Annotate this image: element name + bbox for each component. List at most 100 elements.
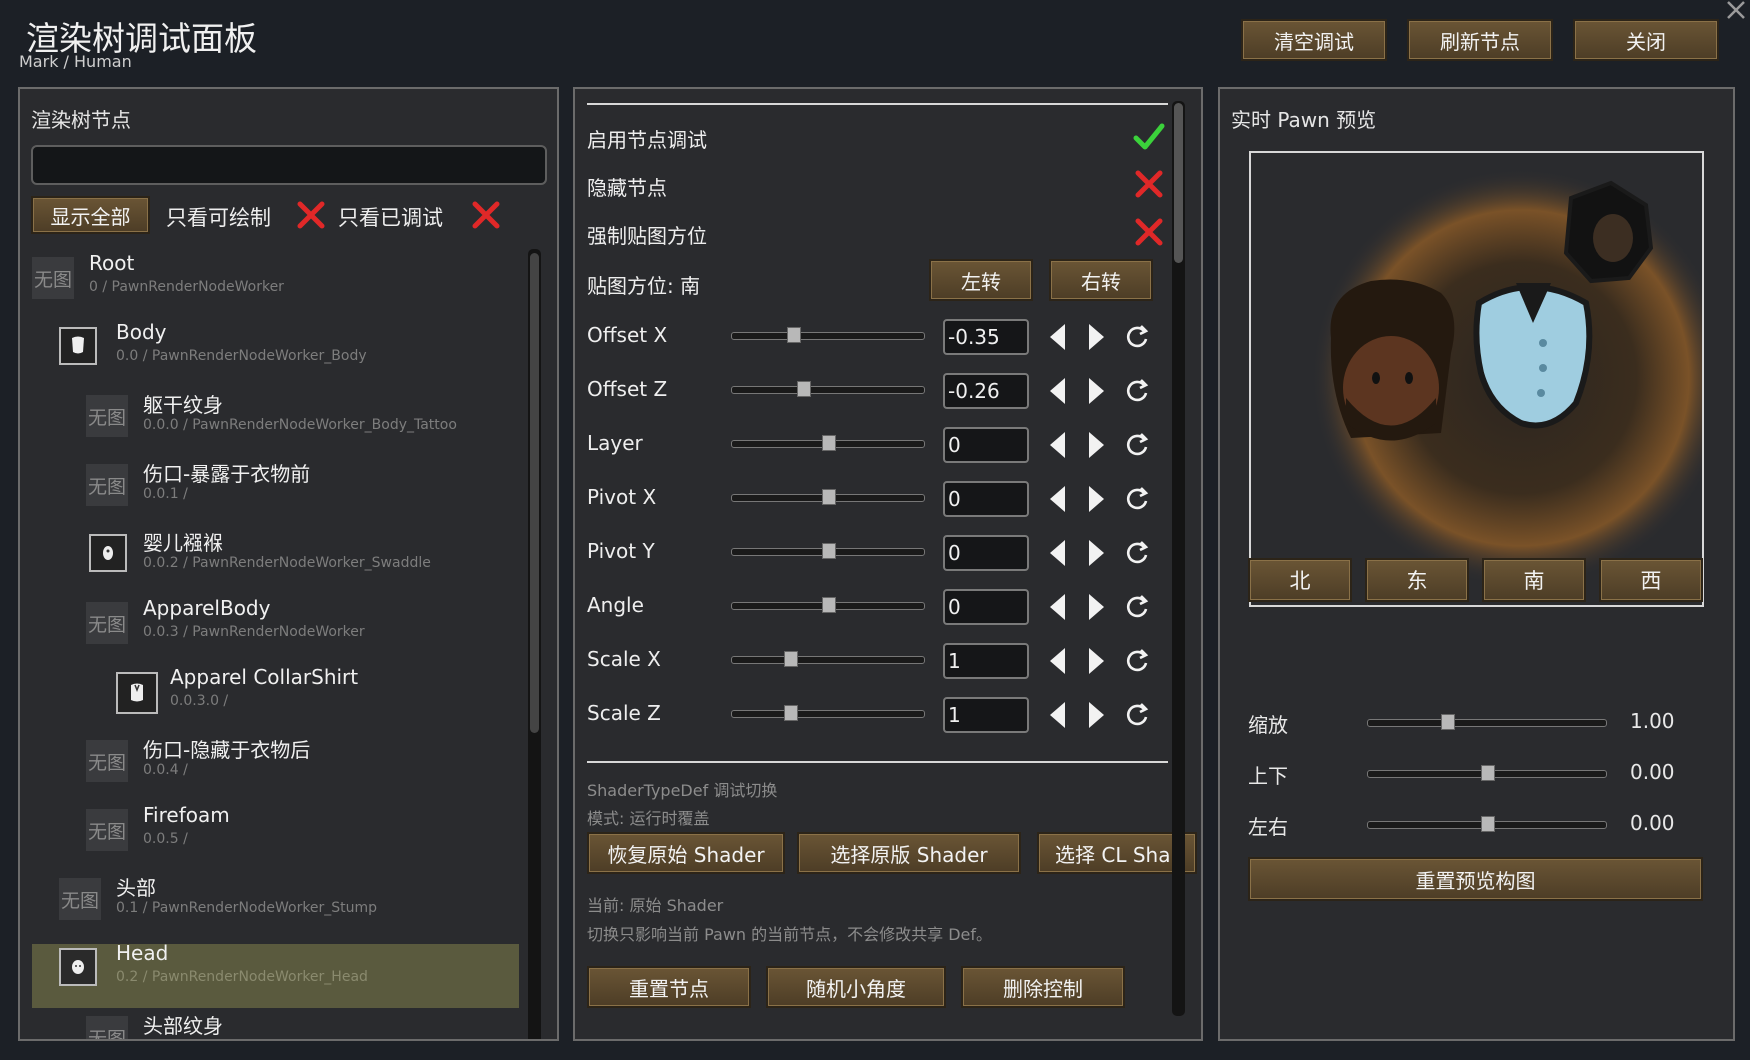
direction-north-button[interactable]: 北 [1248, 558, 1352, 602]
choose-vanilla-shader-button[interactable]: 选择原版 Shader [797, 832, 1021, 874]
debugged-only-cross-icon[interactable] [470, 199, 502, 231]
tree-node-wound-hidden[interactable]: 无图 伤口-隐藏于衣物后 0.0.4 / [86, 732, 526, 794]
preview-slider[interactable] [1367, 816, 1607, 832]
close-icon[interactable] [1724, 0, 1748, 22]
rotate-left-button[interactable]: 左转 [929, 259, 1033, 301]
param-value-input[interactable]: 1 [943, 643, 1029, 679]
decrease-arrow-icon[interactable] [1047, 538, 1069, 568]
direction-east-button[interactable]: 东 [1365, 558, 1469, 602]
debug-scrollbar[interactable] [1172, 101, 1185, 1016]
param-value-input[interactable]: 0 [943, 481, 1029, 517]
preview-slider-knob[interactable] [1481, 816, 1495, 832]
force-facing-cross-icon[interactable] [1133, 216, 1165, 248]
tree-node-root[interactable]: 无图 Root 0 / PawnRenderNodeWorker [32, 249, 512, 311]
decrease-arrow-icon[interactable] [1047, 700, 1069, 730]
param-slider-knob[interactable] [822, 597, 836, 613]
param-slider-knob[interactable] [822, 435, 836, 451]
param-value-input[interactable]: 0 [943, 589, 1029, 625]
reset-value-icon[interactable] [1123, 431, 1151, 459]
tree-node-apparel-body[interactable]: 无图 ApparelBody 0.0.3 / PawnRenderNodeWor… [86, 594, 526, 656]
clear-debug-button[interactable]: 清空调试 [1241, 19, 1387, 61]
reset-node-button[interactable]: 重置节点 [587, 966, 751, 1008]
tree-node-head-tattoo[interactable]: 无图 头部纹身 [86, 1008, 526, 1039]
param-slider[interactable] [731, 489, 925, 505]
tree-node-wound-front[interactable]: 无图 伤口-暴露于衣物前 0.0.1 / [86, 456, 526, 518]
param-value-input[interactable]: -0.26 [943, 373, 1029, 409]
tree-scrollbar-thumb[interactable] [530, 253, 539, 733]
shader-mode-label: 模式: 运行时覆盖 [587, 809, 710, 828]
decrease-arrow-icon[interactable] [1047, 376, 1069, 406]
reset-value-icon[interactable] [1123, 647, 1151, 675]
random-angle-button[interactable]: 随机小角度 [766, 966, 946, 1008]
enable-debug-check-icon[interactable] [1132, 121, 1166, 153]
increase-arrow-icon[interactable] [1085, 430, 1107, 460]
param-label: Scale Z [587, 701, 661, 725]
close-button[interactable]: 关闭 [1573, 19, 1719, 61]
param-slider[interactable] [731, 651, 925, 667]
reset-value-icon[interactable] [1123, 539, 1151, 567]
param-slider-knob[interactable] [822, 543, 836, 559]
increase-arrow-icon[interactable] [1085, 700, 1107, 730]
decrease-arrow-icon[interactable] [1047, 430, 1069, 460]
tree-node-body-tattoo[interactable]: 无图 躯干纹身 0.0.0 / PawnRenderNodeWorker_Bod… [86, 387, 526, 449]
hide-node-label: 隐藏节点 [587, 176, 667, 200]
node-path: 0.0 / PawnRenderNodeWorker_Body [116, 348, 367, 364]
preview-slider-knob[interactable] [1440, 714, 1455, 730]
param-slider[interactable] [731, 435, 925, 451]
reset-value-icon[interactable] [1123, 593, 1151, 621]
refresh-nodes-button[interactable]: 刷新节点 [1407, 19, 1553, 61]
remove-control-button[interactable]: 删除控制 [961, 966, 1125, 1008]
increase-arrow-icon[interactable] [1085, 484, 1107, 514]
tree-node-body[interactable]: Body 0.0 / PawnRenderNodeWorker_Body [59, 318, 519, 380]
restore-shader-button[interactable]: 恢复原始 Shader [587, 832, 785, 874]
decrease-arrow-icon[interactable] [1047, 646, 1069, 676]
param-slider[interactable] [731, 597, 925, 613]
tree-node-head-stump[interactable]: 无图 头部 0.1 / PawnRenderNodeWorker_Stump [59, 870, 519, 932]
reset-value-icon[interactable] [1123, 377, 1151, 405]
param-slider[interactable] [731, 543, 925, 559]
increase-arrow-icon[interactable] [1085, 592, 1107, 622]
preview-slider-knob[interactable] [1481, 765, 1495, 781]
rotate-right-button[interactable]: 右转 [1049, 259, 1153, 301]
reset-value-icon[interactable] [1123, 485, 1151, 513]
increase-arrow-icon[interactable] [1085, 322, 1107, 352]
param-row: Offset X -0.35 [575, 315, 1175, 359]
param-slider-knob[interactable] [822, 489, 836, 505]
tree-node-swaddle[interactable]: 婴儿襁褓 0.0.2 / PawnRenderNodeWorker_Swaddl… [86, 525, 526, 587]
node-search-input[interactable] [31, 145, 547, 185]
preview-slider[interactable] [1367, 765, 1607, 781]
param-slider[interactable] [731, 705, 925, 721]
increase-arrow-icon[interactable] [1085, 376, 1107, 406]
decrease-arrow-icon[interactable] [1047, 322, 1069, 352]
param-value-input[interactable]: 0 [943, 535, 1029, 571]
param-slider[interactable] [731, 327, 925, 343]
param-slider-knob[interactable] [797, 381, 812, 397]
increase-arrow-icon[interactable] [1085, 646, 1107, 676]
decrease-arrow-icon[interactable] [1047, 484, 1069, 514]
tree-node-firefoam[interactable]: 无图 Firefoam 0.0.5 / [86, 801, 526, 863]
param-slider-knob[interactable] [787, 327, 802, 343]
direction-south-button[interactable]: 南 [1482, 558, 1586, 602]
reset-value-icon[interactable] [1123, 701, 1151, 729]
decrease-arrow-icon[interactable] [1047, 592, 1069, 622]
param-slider-knob[interactable] [783, 651, 798, 667]
tree-node-head[interactable]: Head 0.2 / PawnRenderNodeWorker_Head [59, 939, 519, 1001]
param-value-input[interactable]: 0 [943, 427, 1029, 463]
debug-scrollbar-thumb[interactable] [1174, 103, 1183, 263]
increase-arrow-icon[interactable] [1085, 538, 1107, 568]
param-value-input[interactable]: -0.35 [943, 319, 1029, 355]
reset-preview-button[interactable]: 重置预览构图 [1248, 857, 1703, 901]
node-name: Firefoam [143, 803, 230, 827]
tree-scrollbar[interactable] [528, 249, 541, 1039]
reset-value-icon[interactable] [1123, 323, 1151, 351]
show-all-button[interactable]: 显示全部 [31, 196, 150, 234]
param-slider[interactable] [731, 381, 925, 397]
preview-slider-label: 上下 [1248, 764, 1288, 788]
preview-slider[interactable] [1367, 714, 1607, 730]
drawable-only-cross-icon[interactable] [295, 199, 327, 231]
param-slider-knob[interactable] [783, 705, 798, 721]
param-value-input[interactable]: 1 [943, 697, 1029, 733]
hide-node-cross-icon[interactable] [1133, 168, 1165, 200]
tree-node-collar-shirt[interactable]: Apparel CollarShirt 0.0.3.0 / [113, 663, 523, 725]
direction-west-button[interactable]: 西 [1599, 558, 1703, 602]
